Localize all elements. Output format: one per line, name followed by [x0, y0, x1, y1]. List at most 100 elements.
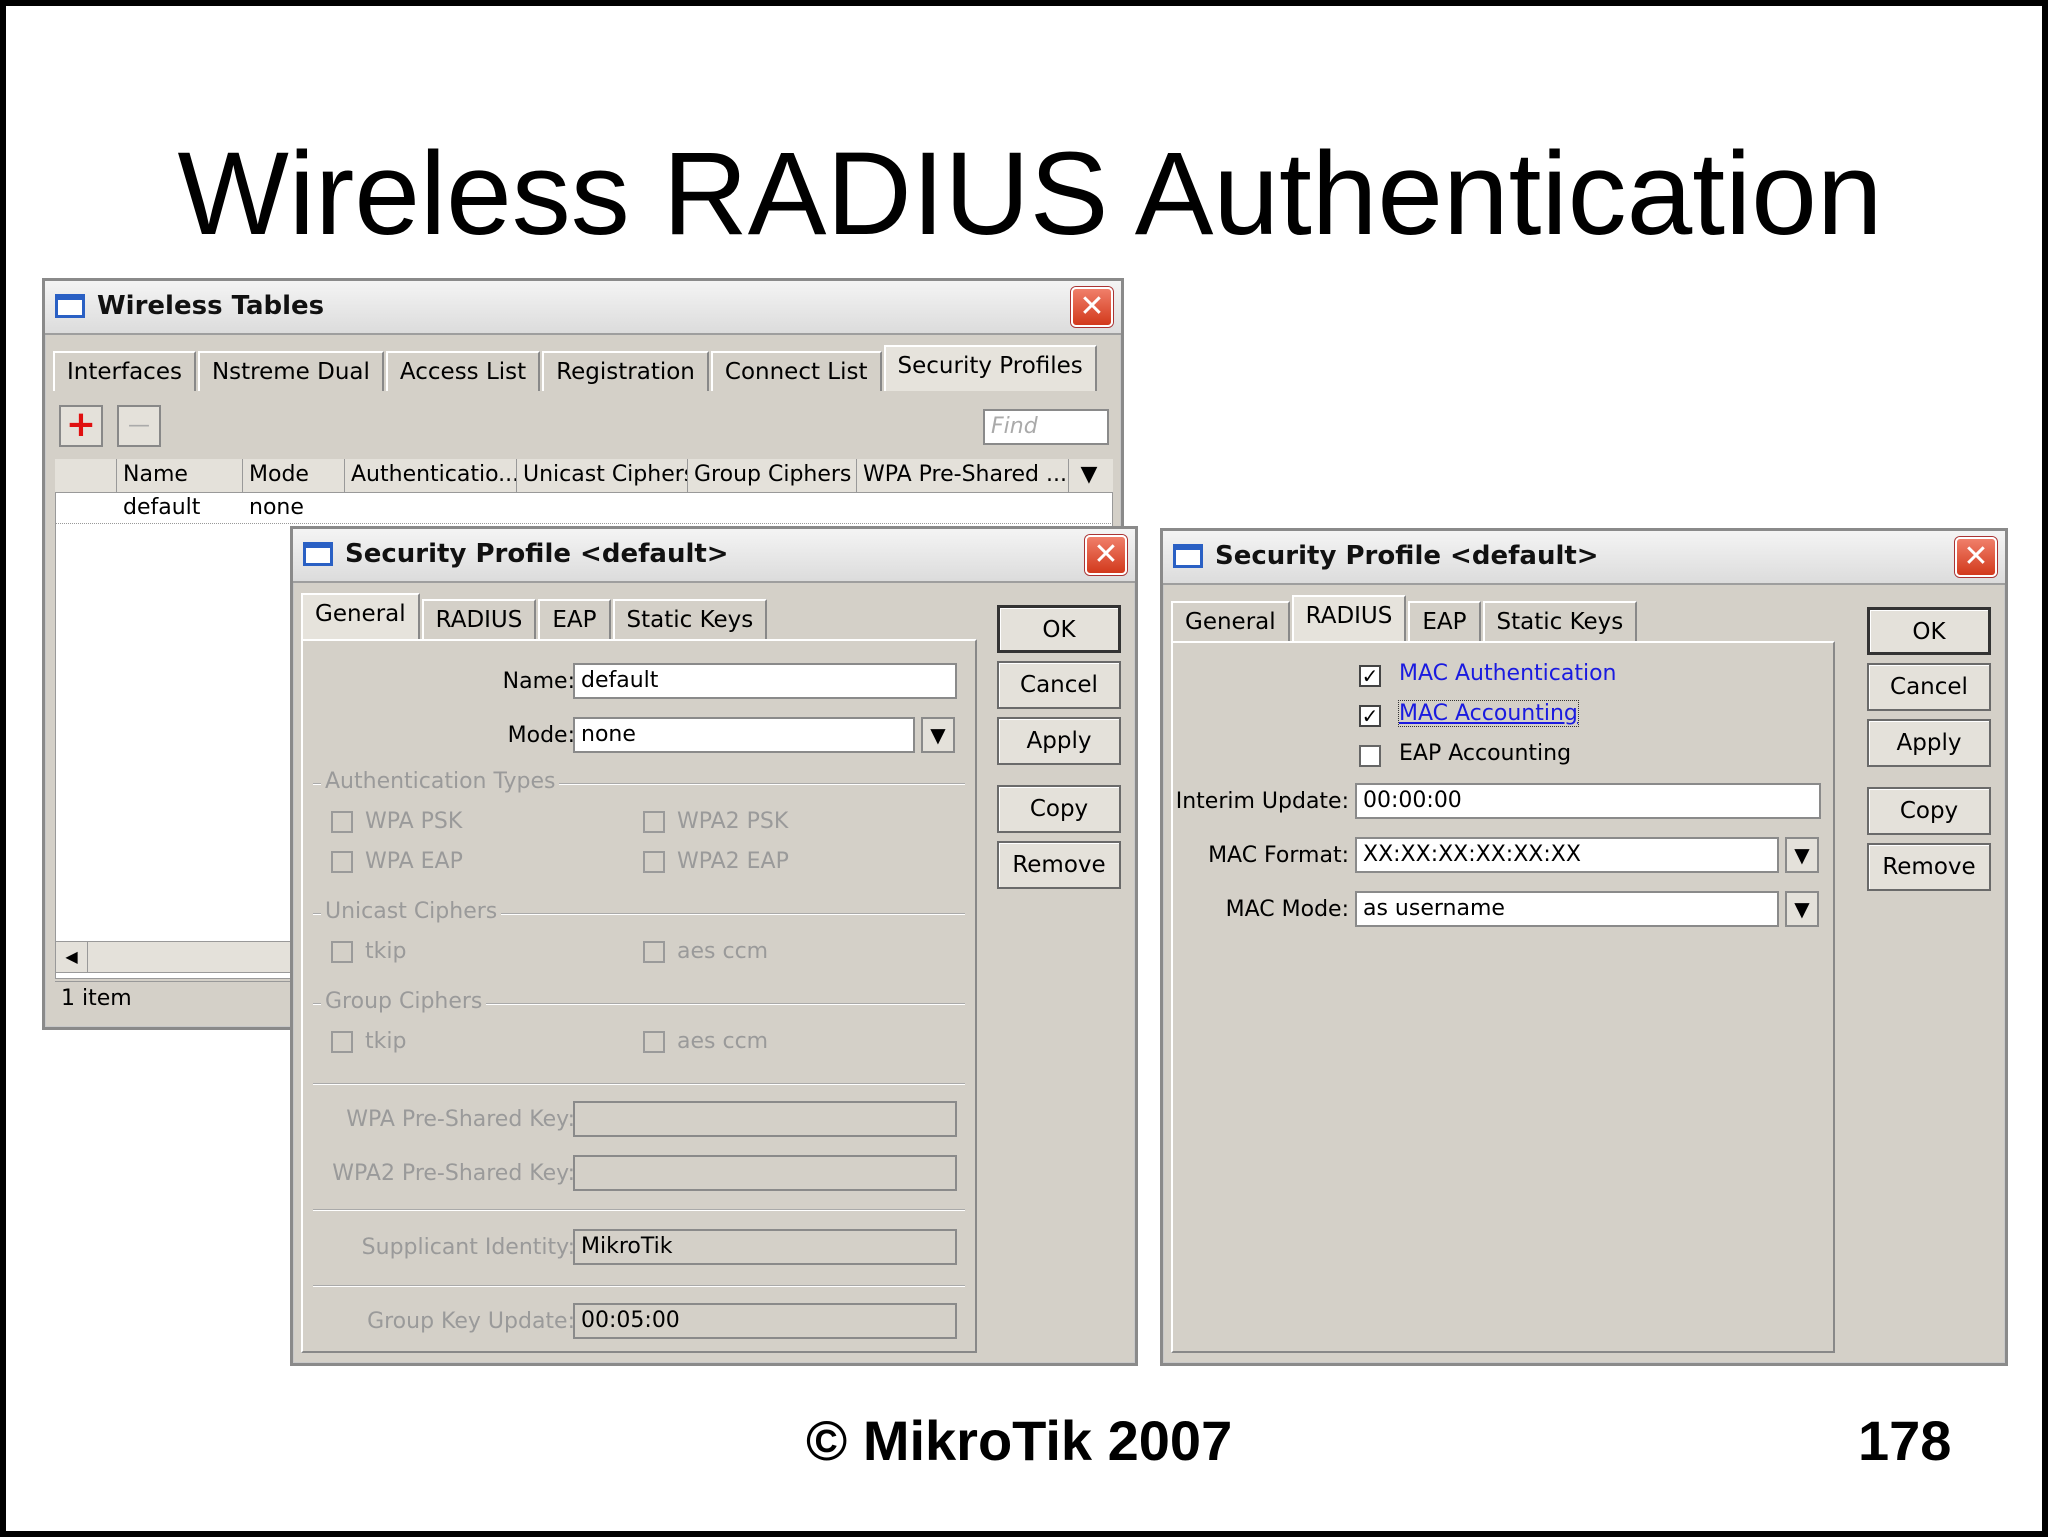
wpa2-key-label: WPA2 Pre-Shared Key: — [332, 1161, 575, 1186]
supplicant-divider — [313, 1209, 965, 1211]
tab-eap[interactable]: EAP — [538, 599, 611, 639]
wpa-key-label: WPA Pre-Shared Key: — [346, 1107, 575, 1132]
wpa2-eap-checkbox[interactable] — [643, 851, 665, 873]
name-field[interactable]: default — [573, 663, 957, 699]
group-tkip-checkbox[interactable] — [331, 1031, 353, 1053]
find-placeholder: Find — [991, 414, 1038, 439]
copy-button[interactable]: Copy — [1867, 787, 1991, 835]
tab-access-list[interactable]: Access List — [385, 351, 541, 391]
tab-eap[interactable]: EAP — [1408, 601, 1481, 641]
tab-radius[interactable]: RADIUS — [421, 599, 537, 639]
column-menu-icon[interactable]: ▼ — [1069, 459, 1109, 492]
tab-nstreme-dual[interactable]: Nstreme Dual — [197, 351, 384, 391]
tab-interfaces[interactable]: Interfaces — [53, 351, 196, 391]
find-input[interactable]: Find — [983, 409, 1109, 445]
cancel-button[interactable]: Cancel — [1867, 663, 1991, 711]
mode-select[interactable]: none — [573, 717, 915, 753]
mac-acct-label: MAC Accounting — [1398, 700, 1579, 727]
minus-icon: — — [128, 413, 150, 438]
interim-field[interactable]: 00:00:00 — [1355, 783, 1821, 819]
window-icon — [55, 294, 85, 318]
window-title: Wireless Tables — [97, 291, 325, 321]
wpa2-key-field[interactable] — [573, 1155, 957, 1191]
mac-auth-checkbox[interactable]: ✓ — [1359, 665, 1381, 687]
wireless-tables-titlebar[interactable]: Wireless Tables ✕ — [45, 281, 1121, 335]
mac-mode-select[interactable]: as username — [1355, 891, 1779, 927]
tab-static-keys[interactable]: Static Keys — [1482, 601, 1638, 641]
unicast-aes-checkbox[interactable] — [643, 941, 665, 963]
group-label: Group Ciphers — [321, 989, 487, 1014]
general-titlebar[interactable]: Security Profile <default> ✕ — [293, 529, 1135, 583]
row-name: default — [123, 495, 201, 520]
unicast-label: Unicast Ciphers — [321, 899, 502, 924]
apply-button[interactable]: Apply — [1867, 719, 1991, 767]
column-marker — [55, 459, 117, 492]
interim-label: Interim Update: — [1175, 789, 1349, 814]
plus-icon: + — [65, 404, 97, 445]
column-authentication[interactable]: Authenticatio... — [345, 459, 517, 492]
mac-format-select[interactable]: XX:XX:XX:XX:XX:XX — [1355, 837, 1779, 873]
wireless-tabs: Interfaces Nstreme Dual Access List Regi… — [53, 345, 1099, 391]
mac-format-label: MAC Format: — [1208, 843, 1349, 868]
copy-button[interactable]: Copy — [997, 785, 1121, 833]
tab-radius[interactable]: RADIUS — [1291, 595, 1407, 641]
window-icon — [303, 542, 333, 566]
group-tkip-label: tkip — [365, 1029, 407, 1054]
column-mode[interactable]: Mode — [243, 459, 345, 492]
eap-acct-checkbox[interactable] — [1359, 745, 1381, 767]
column-wpa-pre-shared[interactable]: WPA Pre-Shared ... — [857, 459, 1069, 492]
scroll-left-icon[interactable]: ◀ — [56, 942, 88, 972]
supplicant-field[interactable]: MikroTik — [573, 1229, 957, 1265]
row-mode: none — [249, 495, 304, 520]
security-profile-general-window: Security Profile <default> ✕ General RAD… — [290, 526, 1138, 1366]
item-count: 1 item — [61, 986, 132, 1011]
ok-button[interactable]: OK — [997, 605, 1121, 653]
keys-divider — [313, 1083, 965, 1085]
close-icon[interactable]: ✕ — [1085, 535, 1127, 575]
close-icon[interactable]: ✕ — [1071, 287, 1113, 327]
column-group-ciphers[interactable]: Group Ciphers — [688, 459, 857, 492]
column-unicast-ciphers[interactable]: Unicast Ciphers — [517, 459, 688, 492]
wpa-key-field[interactable] — [573, 1101, 957, 1137]
table-header: Name Mode Authenticatio... Unicast Ciphe… — [55, 459, 1113, 493]
slide: Wireless RADIUS Authentication Wireless … — [6, 6, 2042, 1531]
close-icon[interactable]: ✕ — [1955, 537, 1997, 577]
window-title: Security Profile <default> — [1215, 541, 1599, 571]
eap-acct-label: EAP Accounting — [1399, 741, 1572, 766]
tab-registration[interactable]: Registration — [542, 351, 709, 391]
window-title: Security Profile <default> — [345, 539, 729, 569]
wpa2-psk-checkbox[interactable] — [643, 811, 665, 833]
tab-general[interactable]: General — [301, 593, 420, 639]
tab-static-keys[interactable]: Static Keys — [612, 599, 768, 639]
cancel-button[interactable]: Cancel — [997, 661, 1121, 709]
mac-acct-checkbox[interactable]: ✓ — [1359, 705, 1381, 727]
apply-button[interactable]: Apply — [997, 717, 1121, 765]
wpa-eap-checkbox[interactable] — [331, 851, 353, 873]
radius-titlebar[interactable]: Security Profile <default> ✕ — [1163, 531, 2005, 585]
wpa-eap-label: WPA EAP — [365, 849, 463, 874]
wpa-psk-checkbox[interactable] — [331, 811, 353, 833]
tab-general[interactable]: General — [1171, 601, 1290, 641]
mode-dropdown-icon[interactable]: ▼ — [921, 717, 955, 753]
ok-button[interactable]: OK — [1867, 607, 1991, 655]
auth-types-label: Authentication Types — [321, 769, 560, 794]
unicast-aes-label: aes ccm — [677, 939, 769, 964]
group-key-field[interactable]: 00:05:00 — [573, 1303, 957, 1339]
add-button[interactable]: + — [59, 405, 103, 447]
unicast-tkip-checkbox[interactable] — [331, 941, 353, 963]
remove-button[interactable]: Remove — [997, 841, 1121, 889]
group-aes-label: aes ccm — [677, 1029, 769, 1054]
window-icon — [1173, 544, 1203, 568]
copyright: © MikroTik 2007 — [806, 1409, 1233, 1472]
remove-button[interactable]: Remove — [1867, 843, 1991, 891]
tab-security-profiles[interactable]: Security Profiles — [883, 345, 1097, 391]
group-aes-checkbox[interactable] — [643, 1031, 665, 1053]
mac-mode-dropdown-icon[interactable]: ▼ — [1785, 891, 1819, 927]
table-row[interactable]: default none — [55, 494, 1113, 524]
mac-format-dropdown-icon[interactable]: ▼ — [1785, 837, 1819, 873]
group-key-divider — [313, 1285, 965, 1287]
radius-tabs: General RADIUS EAP Static Keys — [1171, 595, 1639, 641]
column-name[interactable]: Name — [117, 459, 243, 492]
tab-connect-list[interactable]: Connect List — [710, 351, 882, 391]
remove-button[interactable]: — — [117, 405, 161, 447]
